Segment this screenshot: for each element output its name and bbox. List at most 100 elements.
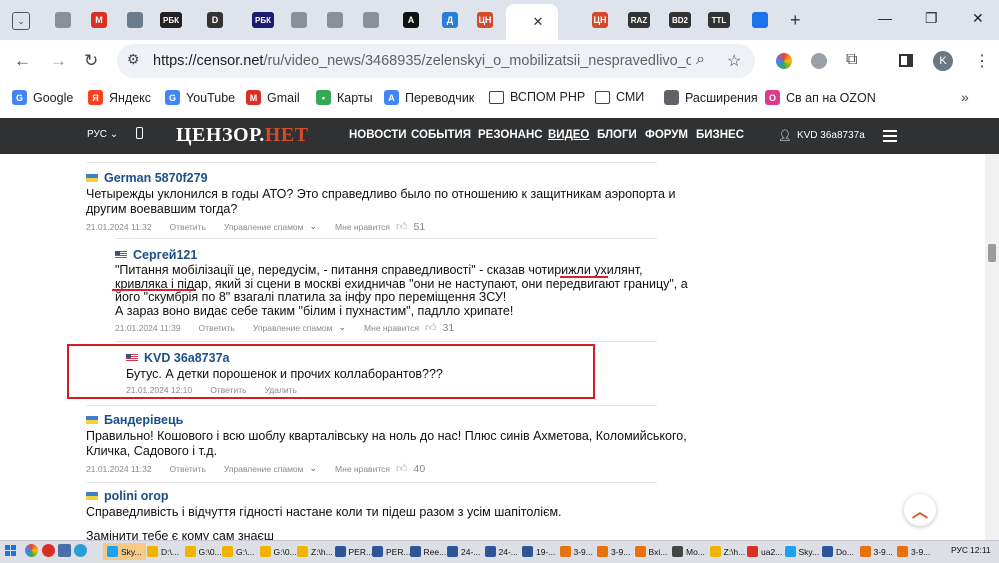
thumbs-up-icon[interactable]: 👍︎ — [396, 462, 408, 475]
start-button[interactable] — [5, 545, 16, 556]
delete-link[interactable]: Удалить — [265, 385, 297, 395]
taskbar-item[interactable]: D:\... — [147, 543, 179, 560]
nav-events[interactable]: СОБЫТИЯ — [411, 129, 471, 141]
tab-2[interactable]: M — [84, 8, 114, 32]
taskbar-item[interactable]: Z:\h... — [709, 543, 745, 560]
page-scrollbar[interactable] — [985, 154, 999, 540]
bookmark-2[interactable]: G YouTube — [165, 90, 235, 105]
spam-control-link[interactable]: Управление спамом — [224, 464, 304, 474]
reply-link[interactable]: Ответить — [170, 222, 206, 232]
taskbar-item[interactable]: G:\... — [222, 543, 254, 560]
extension-globe-icon[interactable] — [811, 53, 827, 69]
taskbar-item[interactable]: Z:\h... — [297, 543, 333, 560]
language-indicator[interactable]: РУС — [951, 545, 968, 555]
tab-14[interactable]: ЦН — [585, 8, 615, 32]
user-account[interactable]: 👤︎ KVD 36a8737a — [778, 129, 865, 142]
site-logo[interactable]: ЦЕНЗОР.НЕТ — [176, 124, 309, 147]
taskbar-item[interactable]: 3-9... — [897, 543, 930, 560]
tab-6[interactable]: РБК — [248, 8, 278, 32]
bookmark-8[interactable]: Расширения — [664, 90, 758, 105]
bookmark-5[interactable]: A Переводчик — [384, 90, 474, 105]
scroll-to-top-button[interactable]: ︿ — [904, 494, 936, 526]
tab-search-button[interactable]: ⌄ — [12, 12, 30, 30]
extension-color-icon[interactable] — [776, 53, 792, 69]
tab-8[interactable] — [320, 8, 350, 32]
thumbs-up-icon[interactable]: 👍︎ — [425, 321, 437, 334]
comment-author[interactable]: polini orop — [104, 489, 169, 503]
menu-kebab-icon[interactable]: ⋮ — [974, 51, 990, 71]
app-taskbar-icon[interactable] — [58, 544, 71, 557]
taskbar-item[interactable]: Sky... — [784, 543, 819, 560]
tab-10[interactable]: A — [396, 8, 426, 32]
side-panel-icon[interactable] — [899, 54, 913, 67]
taskbar-item[interactable]: PER... — [334, 543, 373, 560]
comment-author[interactable]: Бандерівець — [104, 413, 183, 427]
mobile-icon[interactable] — [136, 127, 143, 139]
nav-news[interactable]: НОВОСТИ — [349, 129, 407, 141]
taskbar-item[interactable]: 3-9... — [597, 543, 630, 560]
nav-video[interactable]: ВИДЕО — [548, 129, 589, 141]
bookmark-1[interactable]: Я Яндекс — [88, 90, 151, 105]
nav-business[interactable]: БИЗНЕС — [696, 129, 744, 141]
bookmark-7[interactable]: СМИ — [595, 90, 644, 104]
taskbar-item[interactable]: PER... — [372, 543, 411, 560]
tab-5[interactable]: D — [200, 8, 230, 32]
tab-9[interactable] — [356, 8, 386, 32]
minimize-button[interactable]: — — [878, 10, 892, 26]
tab-3[interactable] — [120, 8, 150, 32]
tab-15[interactable]: RAZ — [624, 8, 654, 32]
taskbar-item[interactable]: Do... — [822, 543, 854, 560]
comment-author[interactable]: Сергей121 — [133, 248, 197, 262]
new-tab-button[interactable]: + — [790, 10, 801, 31]
chevron-down-icon[interactable]: ⌄ — [339, 322, 347, 333]
taskbar-item[interactable]: G:\0... — [259, 543, 297, 560]
spam-control-link[interactable]: Управление спамом — [224, 222, 304, 232]
taskbar-item[interactable]: Sky... — [103, 543, 146, 560]
forward-button[interactable]: → — [50, 51, 67, 71]
back-button[interactable]: ← — [14, 51, 31, 71]
close-tab-icon[interactable]: ✕ — [533, 14, 544, 30]
tab-17[interactable]: TTL — [704, 8, 734, 32]
tab-11[interactable]: Д — [435, 8, 465, 32]
maximize-button[interactable]: ❐ — [925, 10, 938, 27]
tab-4[interactable]: РБК — [156, 8, 186, 32]
url-text[interactable]: https://censor.net/ru/video_news/3468935… — [153, 53, 691, 69]
taskbar-item[interactable]: G:\0... — [184, 543, 222, 560]
bookmark-4[interactable]: • Карты — [316, 90, 373, 105]
nav-forum[interactable]: ФОРУМ — [645, 129, 688, 141]
taskbar-item[interactable]: Mo... — [672, 543, 705, 560]
taskbar-item[interactable]: Ree... — [409, 543, 446, 560]
extensions-puzzle-icon[interactable]: ⧉ — [846, 51, 857, 69]
chevron-down-icon[interactable]: ⌄ — [310, 221, 318, 232]
tab-18[interactable] — [745, 8, 775, 32]
tab-active-censor[interactable]: ✕ — [512, 4, 558, 40]
chrome-taskbar-icon[interactable] — [25, 544, 38, 557]
profile-avatar[interactable]: K — [933, 51, 953, 71]
scrollbar-thumb[interactable] — [988, 244, 996, 262]
bookmark-3[interactable]: M Gmail — [246, 90, 300, 105]
system-clock[interactable]: 12:11 — [970, 545, 991, 555]
bookmark-6[interactable]: ВСПОМ PHP — [489, 90, 585, 104]
bookmark-9[interactable]: O Св ап на OZON — [765, 90, 876, 105]
comment-author[interactable]: German 5870f279 — [104, 171, 208, 185]
taskbar-item[interactable]: ua2... — [747, 543, 782, 560]
comment-author[interactable]: KVD 36a8737a — [144, 351, 229, 365]
tab-1[interactable] — [48, 8, 78, 32]
reload-button[interactable]: ↻ — [84, 51, 98, 71]
taskbar-item[interactable]: 24-... — [447, 543, 480, 560]
taskbar-item[interactable]: 24-... — [484, 543, 518, 560]
taskbar-item[interactable]: Bxi... — [634, 543, 667, 560]
language-selector[interactable]: РУС ⌄ — [87, 129, 118, 140]
zoom-search-icon[interactable]: ⌕ — [696, 51, 705, 69]
bookmark-star-icon[interactable]: ☆ — [727, 51, 741, 71]
close-window-button[interactable]: ✕ — [972, 10, 984, 27]
nav-blogs[interactable]: БЛОГИ — [597, 129, 637, 141]
hamburger-menu-icon[interactable] — [883, 130, 897, 145]
reply-link[interactable]: Ответить — [210, 385, 246, 395]
reply-link[interactable]: Ответить — [170, 464, 206, 474]
tab-7[interactable] — [284, 8, 314, 32]
chevron-down-icon[interactable]: ⌄ — [310, 463, 318, 474]
site-info-icon[interactable]: ⚙ — [127, 51, 140, 68]
ie-taskbar-icon[interactable] — [74, 544, 87, 557]
tab-12[interactable]: ЦН — [470, 8, 500, 32]
